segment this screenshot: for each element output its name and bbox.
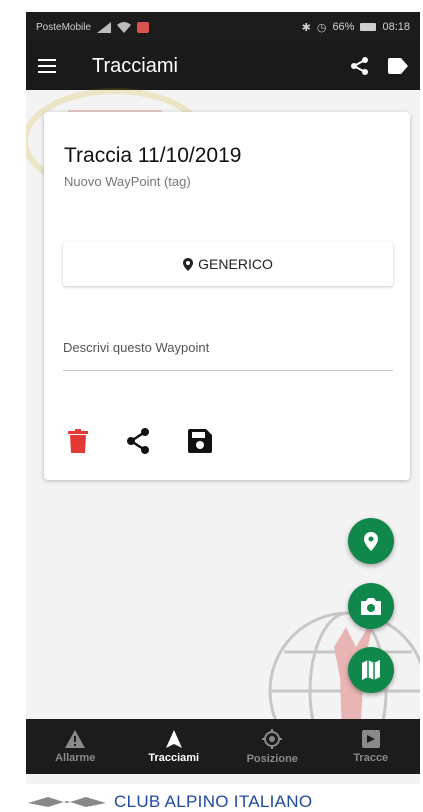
notification-icon: [137, 21, 150, 33]
carrier-name: PosteMobile: [36, 21, 92, 33]
cai-footer-text: CLUB ALPINO ITALIANO: [114, 792, 313, 811]
nav-label: Tracciami: [148, 751, 200, 764]
share-icon[interactable]: [126, 428, 150, 454]
nav-label: Posizione: [246, 752, 298, 765]
nav-item-tracciami[interactable]: Tracciami: [125, 719, 224, 774]
delete-icon[interactable]: [68, 429, 88, 453]
place-icon: [183, 257, 194, 271]
battery-percent: 66%: [332, 21, 355, 33]
label-icon[interactable]: [388, 58, 408, 74]
waypoint-card: Traccia 11/10/2019 Nuovo WayPoint (tag) …: [44, 112, 410, 480]
signal-icon: [97, 21, 112, 33]
alarm-icon: ◷: [316, 21, 327, 34]
track-title: Traccia 11/10/2019: [64, 144, 242, 167]
camera-icon: [361, 597, 381, 615]
share-icon[interactable]: [350, 56, 370, 76]
track-subtitle: Nuovo WayPoint (tag): [64, 174, 191, 189]
battery-icon: [360, 23, 377, 31]
save-icon[interactable]: [188, 429, 212, 453]
bottom-navigation: Allarme Tracciami Posizione Tracce: [26, 719, 420, 774]
folder-icon: [361, 729, 380, 748]
wifi-icon: [117, 21, 132, 33]
nav-label: Allarme: [55, 751, 96, 764]
camera-fab[interactable]: [348, 583, 394, 629]
cai-logo-icon: [28, 797, 106, 807]
menu-icon[interactable]: [38, 58, 58, 74]
phone-screen: PosteMobile ✱ ◷ 66% 08:18 Tracciami Trac…: [26, 12, 420, 784]
place-icon: [364, 531, 378, 551]
nav-item-tracce[interactable]: Tracce: [322, 719, 421, 774]
nav-item-posizione[interactable]: Posizione: [223, 719, 322, 774]
navigation-icon: [165, 729, 182, 748]
tag-select-button[interactable]: GENERICO: [63, 242, 393, 286]
map-fab[interactable]: [348, 647, 394, 693]
status-bar: PosteMobile ✱ ◷ 66% 08:18: [26, 12, 420, 42]
nav-label: Tracce: [353, 751, 389, 764]
location-icon: [262, 728, 283, 749]
nav-item-allarme[interactable]: Allarme: [26, 719, 125, 774]
clock: 08:18: [382, 21, 410, 33]
waypoint-description-input[interactable]: [63, 330, 393, 371]
bluetooth-icon: ✱: [301, 21, 311, 34]
add-waypoint-fab[interactable]: [348, 518, 394, 564]
cai-footer: CLUB ALPINO ITALIANO: [28, 792, 312, 812]
map-icon: [362, 660, 380, 680]
app-bar: Tracciami: [26, 42, 420, 90]
tag-select-label: GENERICO: [198, 256, 273, 272]
app-title: Tracciami: [92, 54, 178, 77]
card-actions: [68, 428, 212, 454]
warning-icon: [65, 729, 86, 748]
